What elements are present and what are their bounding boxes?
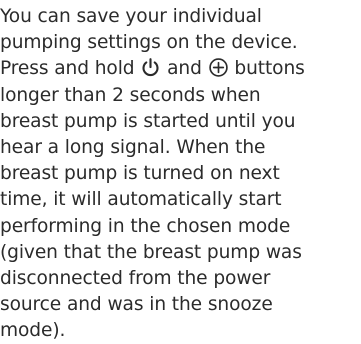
text-line: breast pump is started until you xyxy=(0,110,296,132)
text-fragment: buttons xyxy=(228,58,305,80)
text-line: mode). xyxy=(0,320,66,342)
text-line: source and was in the snooze xyxy=(0,294,273,316)
text-fragment: and xyxy=(161,58,208,80)
text-line: breast pump is turned on next xyxy=(0,163,280,185)
text-line: time, it will automatically start xyxy=(0,189,282,211)
text-line: performing in the chosen mode xyxy=(0,215,291,237)
text-fragment: Press and hold xyxy=(0,58,141,80)
text-line-with-icons: Press and hold and buttons xyxy=(0,56,361,82)
text-line: (given that the breast pump was xyxy=(0,241,302,263)
instruction-paragraph: You can save your individual pumping set… xyxy=(0,4,361,344)
text-line: longer than 2 seconds when xyxy=(0,84,261,106)
text-line: hear a long signal. When the xyxy=(0,136,266,158)
text-line: pumping settings on the device. xyxy=(0,32,298,54)
text-line: You can save your individual xyxy=(0,6,262,27)
power-icon xyxy=(140,57,161,78)
plus-circle-icon xyxy=(208,57,229,78)
text-line: disconnected from the power xyxy=(0,267,271,289)
